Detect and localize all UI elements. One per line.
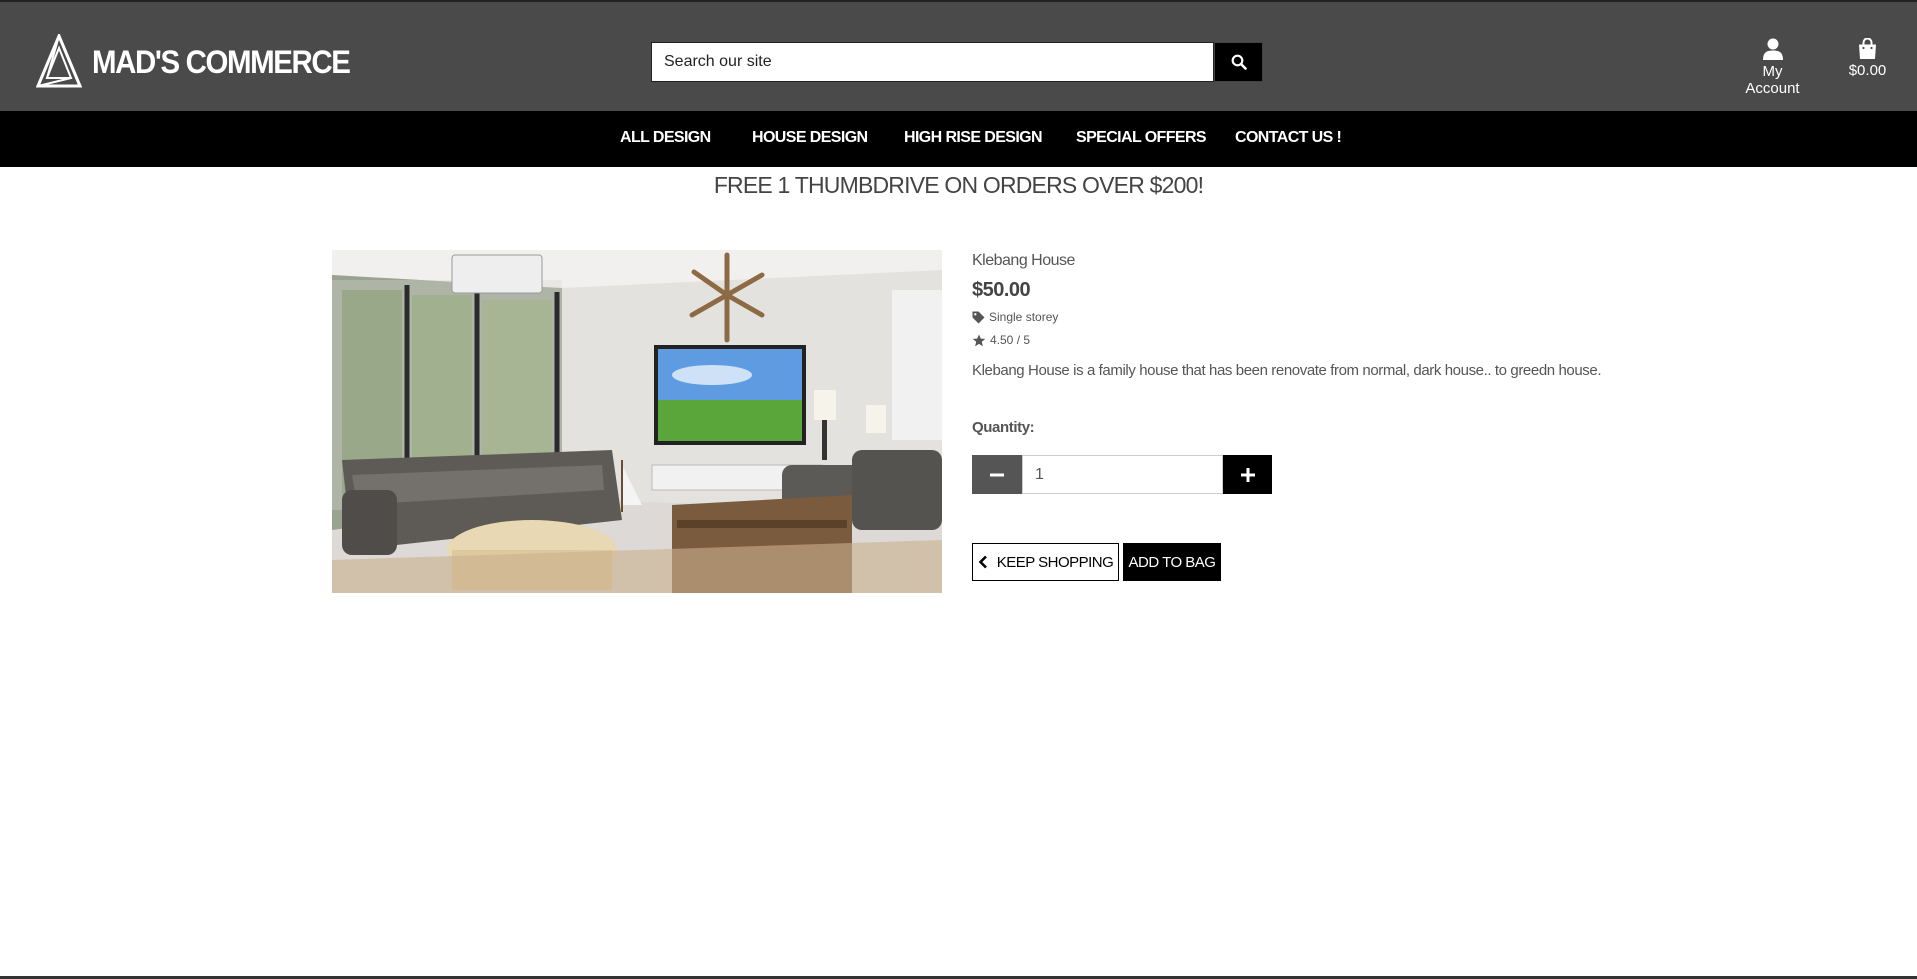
quantity-label: Quantity: <box>972 419 1035 436</box>
nav-item-all-design[interactable]: ALL DESIGN <box>620 129 711 147</box>
search-input[interactable] <box>651 42 1214 82</box>
brand-logo-link[interactable]: MAD'S COMMERCE <box>36 34 372 90</box>
search-form <box>651 42 1263 82</box>
product-rating: 4.50 / 5 <box>972 333 1030 347</box>
quantity-input[interactable] <box>1022 455 1223 494</box>
chevron-left-icon <box>978 555 987 569</box>
keep-shopping-label: KEEP SHOPPING <box>996 553 1114 571</box>
search-button[interactable] <box>1214 42 1263 82</box>
product-price: $50.00 <box>972 279 1031 301</box>
search-icon <box>1231 54 1247 70</box>
keep-shopping-button[interactable]: KEEP SHOPPING <box>972 543 1119 581</box>
nav-item-high-rise-design[interactable]: HIGH RISE DESIGN <box>904 129 1043 147</box>
main-nav: ALL DESIGN HOUSE DESIGN HIGH RISE DESIGN… <box>0 111 1917 167</box>
shopping-bag-link[interactable]: $0.00 <box>1840 38 1895 79</box>
my-account-link[interactable]: My Account <box>1735 38 1810 97</box>
product-category: Single storey <box>989 310 1059 324</box>
shopping-bag-icon <box>1859 38 1876 59</box>
product-photo-illustration <box>332 250 942 593</box>
tag-icon <box>972 311 985 323</box>
product-rating-value: 4.50 / 5 <box>990 333 1031 347</box>
promo-banner: FREE 1 THUMBDRIVE ON ORDERS OVER $200! <box>713 172 1204 198</box>
nav-item-special-offers[interactable]: SPECIAL OFFERS <box>1076 129 1207 147</box>
quantity-decrement-button[interactable] <box>972 455 1022 494</box>
site-header: MAD'S COMMERCE My Account $0.00 <box>0 0 1917 111</box>
triangle-logo-icon <box>36 34 82 88</box>
my-account-label: My Account <box>1745 63 1800 97</box>
quantity-increment-button[interactable] <box>1223 455 1272 494</box>
user-icon <box>1762 38 1783 60</box>
add-to-bag-button[interactable]: ADD TO BAG <box>1123 543 1221 581</box>
star-icon <box>972 334 986 346</box>
product-description: Klebang House is a family house that has… <box>972 362 1602 379</box>
product-category-link[interactable]: Single storey <box>972 310 1058 324</box>
product-image[interactable] <box>332 250 942 593</box>
minus-icon <box>990 473 1004 476</box>
brand-name: MAD'S COMMERCE <box>92 43 351 80</box>
nav-item-house-design[interactable]: HOUSE DESIGN <box>752 129 868 147</box>
bag-total: $0.00 <box>1848 62 1887 79</box>
plus-icon <box>1240 467 1255 482</box>
nav-item-contact-us[interactable]: CONTACT US ! <box>1235 129 1342 147</box>
product-name: Klebang House <box>972 252 1075 269</box>
